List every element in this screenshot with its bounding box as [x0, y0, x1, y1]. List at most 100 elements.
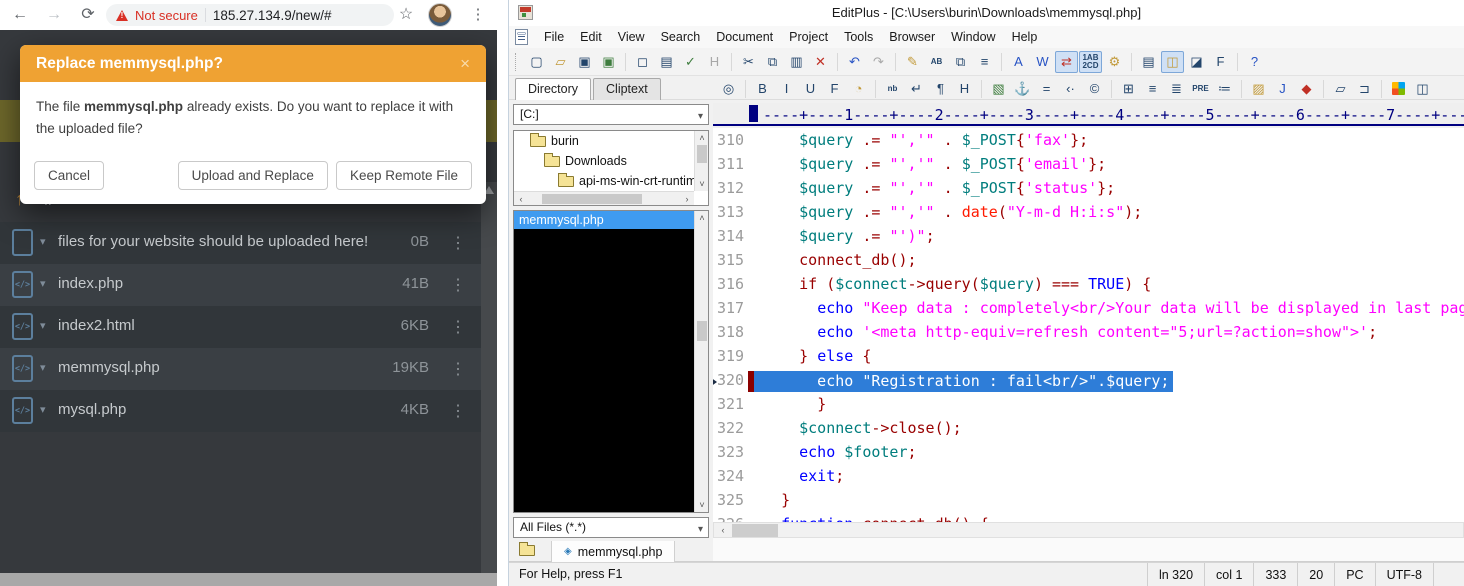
line-break-icon[interactable]: ↵	[905, 78, 928, 100]
image-icon[interactable]: ▧	[987, 78, 1010, 100]
scroll-up-icon[interactable]: ˄	[696, 212, 708, 224]
upload-and-replace-button[interactable]: Upload and Replace	[178, 161, 328, 190]
scroll-left-icon[interactable]: ‹	[716, 524, 730, 537]
auto-indent-toggle-icon[interactable]: ⇄	[1055, 51, 1078, 73]
scroll-right-icon[interactable]: ›	[681, 193, 693, 205]
undo-icon[interactable]: ↶	[843, 51, 866, 73]
context-help-icon[interactable]: ?	[1243, 51, 1266, 73]
line-number-toggle-icon[interactable]: 1AB 2CD	[1079, 51, 1102, 73]
function-list-icon[interactable]: F	[1209, 51, 1232, 73]
not-secure-label[interactable]: Not secure	[135, 8, 198, 23]
reload-icon[interactable]: ⟳	[76, 3, 100, 27]
paste-icon[interactable]: ▥	[785, 51, 808, 73]
file-menu-icon[interactable]: ⋮	[450, 401, 466, 421]
keep-remote-file-button[interactable]: Keep Remote File	[336, 161, 472, 190]
scroll-up-icon[interactable]: ˄	[696, 132, 708, 144]
scroll-thumb[interactable]	[542, 194, 642, 204]
copy-block-icon[interactable]: ⧉	[949, 51, 972, 73]
address-bar[interactable]: Not secure 185.27.134.9/new/#	[106, 4, 394, 26]
html-document-icon[interactable]: H	[703, 51, 726, 73]
menu-document[interactable]: Document	[708, 27, 781, 47]
scroll-down-icon[interactable]: ˅	[696, 499, 708, 511]
tree-item-api-ms-win-crt-runtim[interactable]: api-ms-win-crt-runtim	[514, 171, 708, 191]
code-line[interactable]: 326 function connect_db() {	[713, 514, 1464, 522]
code-line[interactable]: 321 }	[713, 394, 1464, 418]
code-line[interactable]: 323 echo $footer;	[713, 442, 1464, 466]
file-row[interactable]: ▾files for your website should be upload…	[0, 222, 481, 264]
code-line[interactable]: 311 $query .= "','" . $_POST{'email'};	[713, 154, 1464, 178]
url-text[interactable]: 185.27.134.9/new/#	[213, 8, 332, 23]
code-line[interactable]: 318 echo '<meta http-equiv=refresh conte…	[713, 322, 1464, 346]
list-icon[interactable]: ≔	[1213, 78, 1236, 100]
code-line[interactable]: 322 $connect->close();	[713, 418, 1464, 442]
code-line[interactable]: 325 }	[713, 490, 1464, 514]
menu-tools[interactable]: Tools	[836, 27, 881, 47]
bookmark-star-icon[interactable]: ☆	[394, 3, 418, 27]
paragraph-icon[interactable]: ¶	[929, 78, 952, 100]
code-line[interactable]: 317 echo "Keep data : completely<br/>You…	[713, 298, 1464, 322]
forward-icon[interactable]: →	[42, 3, 66, 27]
delete-icon[interactable]: ✕	[809, 51, 832, 73]
file-name[interactable]: mysql.php	[58, 401, 126, 418]
scroll-thumb[interactable]	[697, 145, 707, 163]
menu-window[interactable]: Window	[943, 27, 1003, 47]
chevron-down-icon[interactable]: ▾	[40, 277, 46, 290]
cancel-button[interactable]: Cancel	[34, 161, 104, 190]
preferences-icon[interactable]: ⚙	[1103, 51, 1126, 73]
code-line-selected[interactable]: 320 echo "Registration : fail<br/>".$que…	[713, 370, 1464, 394]
tab-directory[interactable]: Directory	[515, 78, 591, 100]
align-right-icon[interactable]: ≣	[1165, 78, 1188, 100]
align-center-icon[interactable]: ≡	[1141, 78, 1164, 100]
tree-vertical-scrollbar[interactable]: ˄ ˅	[694, 131, 708, 191]
file-menu-icon[interactable]: ⋮	[450, 233, 466, 253]
document-tab[interactable]: ◈ memmysql.php	[551, 541, 675, 562]
print-icon[interactable]: ▤	[655, 51, 678, 73]
split-window-icon[interactable]: ◫	[1411, 78, 1434, 100]
java-applet-icon[interactable]: J	[1271, 78, 1294, 100]
file-name[interactable]: files for your website should be uploade…	[58, 233, 368, 250]
new-document-icon[interactable]: ▢	[525, 51, 548, 73]
code-line[interactable]: 324 exit;	[713, 466, 1464, 490]
drive-selector[interactable]: [C:] ▾	[513, 104, 709, 125]
font-icon[interactable]: A	[1007, 51, 1030, 73]
windows-browser-icon[interactable]	[1387, 78, 1410, 100]
print-preview-icon[interactable]: ◻	[631, 51, 654, 73]
scroll-thumb[interactable]	[697, 321, 707, 341]
output-window-icon[interactable]: ▤	[1137, 51, 1160, 73]
redo-icon[interactable]: ↷	[867, 51, 890, 73]
font-tag-icon[interactable]: F	[823, 78, 846, 100]
file-name[interactable]: index.php	[58, 275, 123, 292]
folder-icon[interactable]	[519, 545, 535, 556]
menu-edit[interactable]: Edit	[572, 27, 610, 47]
file-name[interactable]: index2.html	[58, 317, 135, 334]
file-menu-icon[interactable]: ⋮	[450, 359, 466, 379]
code-editor[interactable]: 310 $query .= "','" . $_POST{'fax'};311 …	[713, 128, 1464, 522]
save-icon[interactable]: ▣	[573, 51, 596, 73]
menu-help[interactable]: Help	[1004, 27, 1046, 47]
browser-menu-icon[interactable]: ⋮	[466, 3, 490, 27]
close-tag-icon[interactable]: ⊐	[1353, 78, 1376, 100]
file-list-scrollbar[interactable]: ˄ ˅	[694, 211, 708, 512]
horizontal-rule-icon[interactable]: =	[1035, 78, 1058, 100]
file-row[interactable]: </>▾mysql.php4KB⋮	[0, 390, 481, 432]
code-line[interactable]: 316 if ($connect->query($query) === TRUE…	[713, 274, 1464, 298]
script-icon[interactable]: ▨	[1247, 78, 1270, 100]
italic-icon[interactable]: I	[775, 78, 798, 100]
spell-check-icon[interactable]: ✓	[679, 51, 702, 73]
tree-item-downloads[interactable]: Downloads	[514, 151, 708, 171]
objects-icon[interactable]: ◆	[1295, 78, 1318, 100]
profile-avatar[interactable]	[428, 3, 452, 27]
tag-icon[interactable]: ‹·	[1059, 78, 1082, 100]
special-character-icon[interactable]: ©	[1083, 78, 1106, 100]
file-menu-icon[interactable]: ⋮	[450, 317, 466, 337]
tab-cliptext[interactable]: Cliptext	[593, 78, 661, 100]
file-name[interactable]: memmysql.php	[58, 359, 160, 376]
scroll-left-icon[interactable]: ‹	[515, 193, 527, 205]
code-line[interactable]: 315 connect_db();	[713, 250, 1464, 274]
preformatted-icon[interactable]: PRE	[1189, 78, 1212, 100]
open-folder-icon[interactable]: ▱	[549, 51, 572, 73]
chevron-down-icon[interactable]: ▾	[40, 361, 46, 374]
table-icon[interactable]: ⊞	[1117, 78, 1140, 100]
menu-browser[interactable]: Browser	[881, 27, 943, 47]
code-line[interactable]: 319 } else {	[713, 346, 1464, 370]
